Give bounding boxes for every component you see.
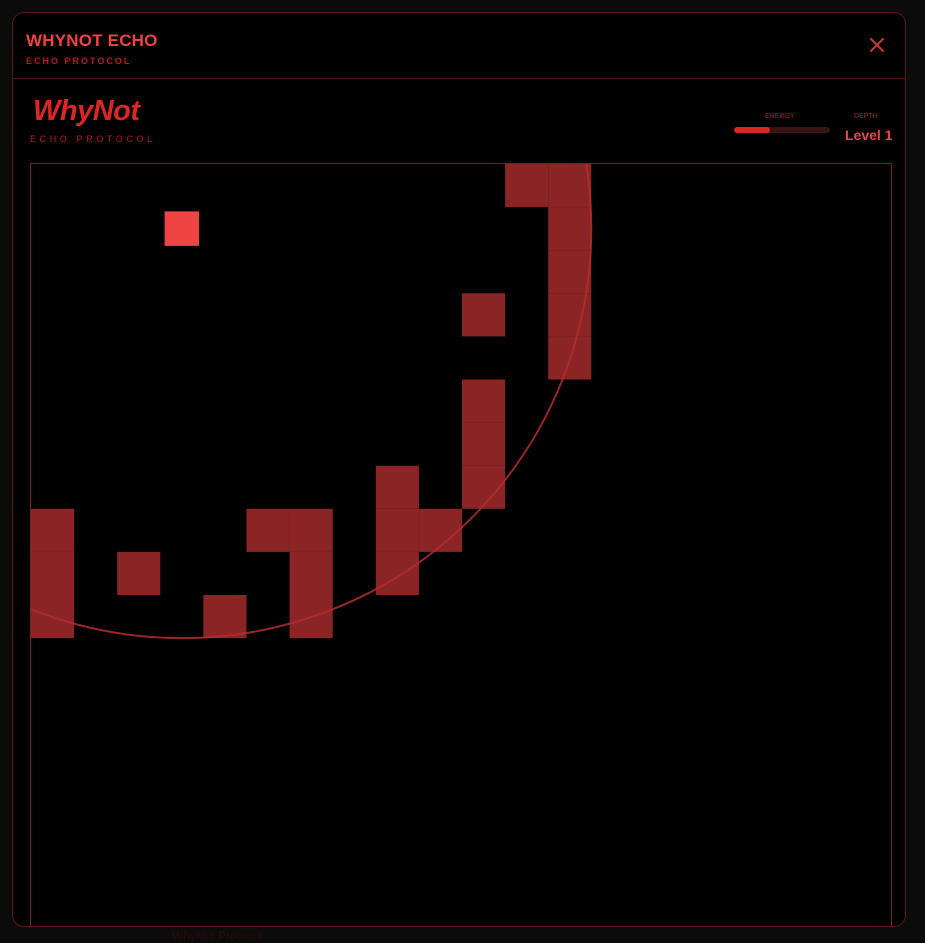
game-canvas[interactable] — [31, 164, 892, 927]
energy-bar-fill — [734, 127, 771, 133]
wall-tile — [375, 551, 419, 595]
wall-tile — [246, 508, 290, 552]
wall-tile — [505, 164, 549, 208]
close-icon — [870, 38, 884, 52]
wall-tile — [117, 551, 161, 595]
wall-tile — [462, 422, 506, 466]
energy-bar — [734, 127, 830, 133]
window-title: WHYNOT ECHO — [26, 31, 158, 50]
wall-tile — [289, 551, 333, 595]
game-board[interactable] — [30, 163, 892, 927]
wall-tile — [203, 595, 247, 639]
title-bar: WHYNOT ECHO ECHO PROTOCOL — [13, 13, 905, 79]
player-tile[interactable] — [164, 211, 200, 246]
wall-tile — [31, 508, 75, 552]
wall-tile — [462, 293, 506, 337]
wall-tile — [375, 508, 419, 552]
close-button[interactable] — [867, 35, 887, 55]
depth-label: DEPTH — [854, 113, 878, 120]
wall-tile — [548, 207, 592, 251]
wall-tile — [462, 379, 506, 423]
wall-tile — [548, 164, 592, 208]
wall-tile — [548, 250, 592, 294]
wall-tile — [289, 508, 333, 552]
energy-label: ENERGY — [765, 113, 795, 120]
logo-subtitle: ECHO PROTOCOL — [30, 134, 156, 144]
logo: WhyNot — [33, 95, 140, 127]
window-subtitle: ECHO PROTOCOL — [26, 56, 132, 66]
depth-value: Level 1 — [845, 127, 893, 143]
footer-text: WhyNot Protocol — [172, 929, 263, 943]
wall-tile — [31, 551, 75, 595]
wall-tile — [375, 465, 419, 509]
game-window: WHYNOT ECHO ECHO PROTOCOL WhyNot ECHO PR… — [12, 12, 906, 927]
